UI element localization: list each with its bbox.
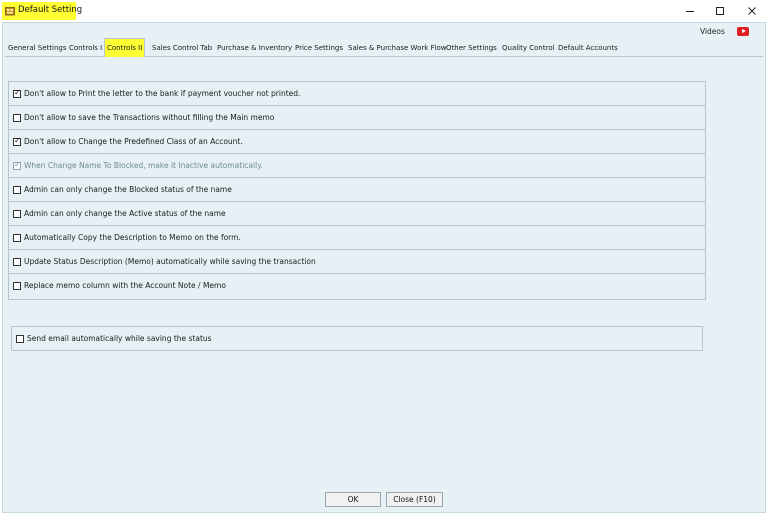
option-row[interactable]: Automatically Copy the Description to Me… <box>9 226 705 250</box>
options-group: Don't allow to Print the letter to the b… <box>8 81 706 300</box>
checkbox[interactable] <box>13 210 21 218</box>
tab-default-accounts[interactable]: Default Accounts <box>556 41 620 56</box>
tab-controls-ii[interactable]: Controls II <box>104 38 146 57</box>
email-option-group[interactable]: Send email automatically while saving th… <box>11 326 703 351</box>
tab-purchase-inventory[interactable]: Purchase & Inventory <box>215 41 294 56</box>
youtube-icon[interactable] <box>737 27 749 36</box>
option-label: Admin can only change the Active status … <box>24 209 226 218</box>
checkbox <box>13 160 21 170</box>
maximize-button[interactable] <box>712 4 728 18</box>
option-row: When Change Name To Blocked, make it Ina… <box>9 154 705 178</box>
checkbox[interactable] <box>13 282 21 290</box>
minimize-button[interactable] <box>682 4 698 18</box>
title-bar: Default Setting <box>0 0 768 22</box>
option-label: Update Status Description (Memo) automat… <box>24 257 316 266</box>
checkbox[interactable] <box>13 258 21 266</box>
option-label: Don't allow to Print the letter to the b… <box>24 89 301 98</box>
option-label: Automatically Copy the Description to Me… <box>24 233 241 242</box>
option-label: Admin can only change the Blocked status… <box>24 185 232 194</box>
videos-link[interactable]: Videos <box>700 27 725 36</box>
option-label: Don't allow to save the Transactions wit… <box>24 113 275 122</box>
checkbox[interactable] <box>13 234 21 242</box>
option-label: Don't allow to Change the Predefined Cla… <box>24 137 243 146</box>
tab-quality-control[interactable]: Quality Control <box>500 41 557 56</box>
tab-general-settings[interactable]: General Settings <box>6 41 69 56</box>
tab-sales-purchase-workflow[interactable]: Sales & Purchase Work Flow <box>346 41 448 56</box>
send-email-label: Send email automatically while saving th… <box>27 334 212 343</box>
close-icon <box>748 7 756 15</box>
option-label: When Change Name To Blocked, make it Ina… <box>24 161 263 170</box>
close-button[interactable]: Close (F10) <box>386 492 443 507</box>
option-row[interactable]: Update Status Description (Memo) automat… <box>9 250 705 274</box>
tab-other-settings[interactable]: Other Settings <box>444 41 499 56</box>
option-row[interactable]: Don't allow to save the Transactions wit… <box>9 106 705 130</box>
close-window-button[interactable] <box>744 4 760 18</box>
app-icon <box>5 7 15 16</box>
tab-sales-control[interactable]: Sales Control Tab <box>150 41 214 56</box>
settings-tab-strip: General Settings Controls I Controls II … <box>5 38 763 57</box>
tab-price-settings[interactable]: Price Settings <box>293 41 345 56</box>
checkbox[interactable] <box>13 136 21 146</box>
checkbox[interactable] <box>13 186 21 194</box>
send-email-checkbox[interactable] <box>16 335 24 343</box>
option-row[interactable]: Admin can only change the Active status … <box>9 202 705 226</box>
option-row[interactable]: Admin can only change the Blocked status… <box>9 178 705 202</box>
ok-button[interactable]: OK <box>325 492 381 507</box>
maximize-icon <box>716 7 724 15</box>
checkbox[interactable] <box>13 88 21 98</box>
option-row[interactable]: Don't allow to Change the Predefined Cla… <box>9 130 705 154</box>
option-label: Replace memo column with the Account Not… <box>24 281 226 290</box>
window-title: Default Setting <box>18 5 83 15</box>
checkbox[interactable] <box>13 114 21 122</box>
minimize-icon <box>686 11 694 12</box>
option-row[interactable]: Don't allow to Print the letter to the b… <box>9 82 705 106</box>
option-row[interactable]: Replace memo column with the Account Not… <box>9 274 705 299</box>
tab-controls-i[interactable]: Controls I <box>67 41 104 56</box>
